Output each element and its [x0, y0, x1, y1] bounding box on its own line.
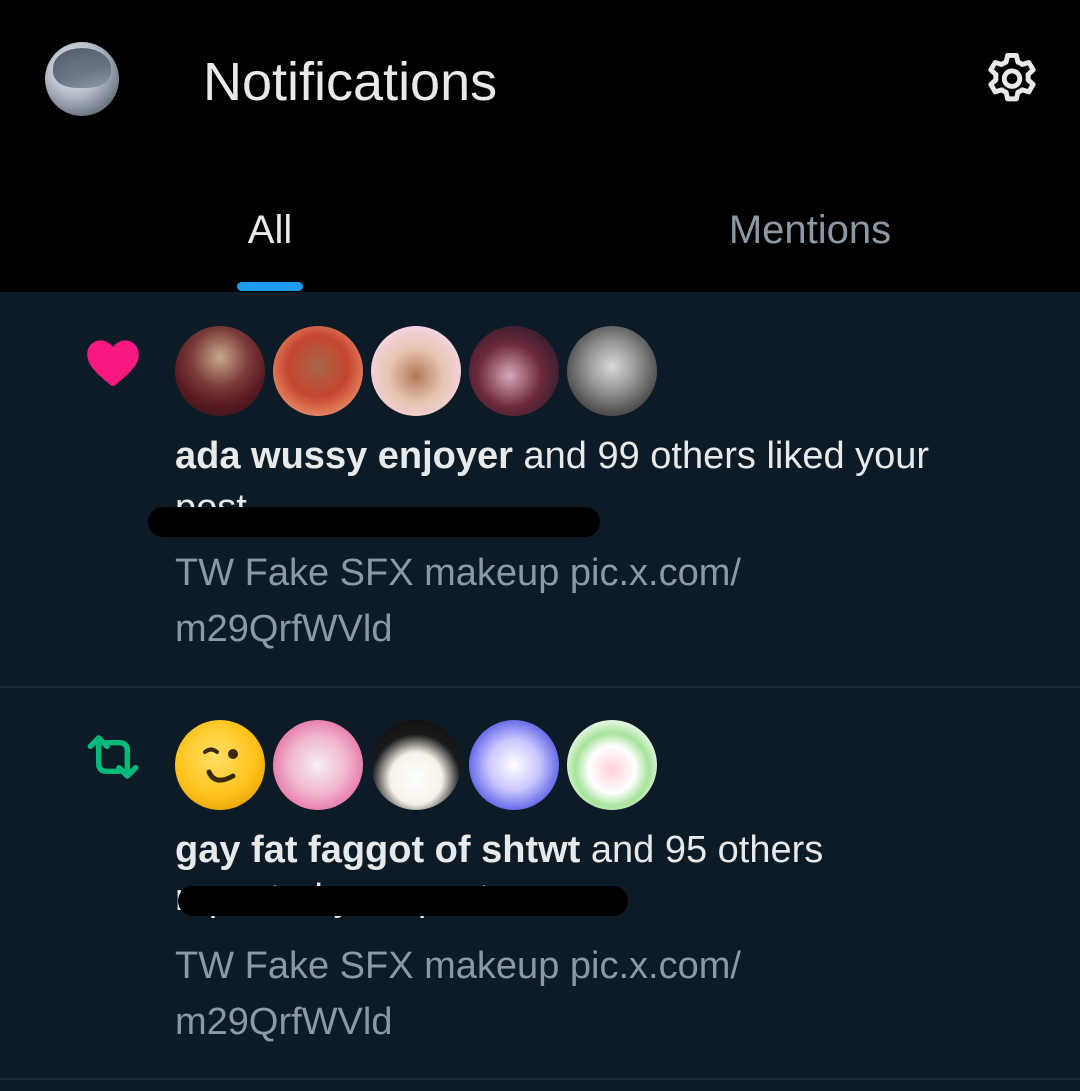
avatar[interactable]	[469, 720, 559, 810]
profile-avatar[interactable]	[45, 42, 119, 116]
notification-text: ada wussy enjoyer and 99 others liked yo…	[175, 430, 1035, 483]
active-tab-indicator	[237, 282, 303, 291]
top-bar: Notifications All Mentions	[0, 0, 1080, 292]
post-preview[interactable]: TW Fake SFX makeup pic.x.com/ m29QrfWVld	[175, 938, 875, 1050]
notification-action: and 99 others liked your	[512, 435, 930, 477]
page-title: Notifications	[203, 52, 498, 112]
redaction-mark	[148, 507, 600, 537]
settings-button[interactable]	[978, 46, 1046, 114]
avatar-image	[53, 48, 111, 88]
gear-icon	[988, 53, 1036, 102]
redaction-mark	[178, 886, 628, 916]
post-preview[interactable]: TW Fake SFX makeup pic.x.com/ m29QrfWVld	[175, 545, 875, 657]
notification-action: and 95 others	[580, 829, 824, 871]
avatar[interactable]	[273, 326, 363, 416]
actor-name[interactable]: gay fat faggot of shtwt	[175, 829, 580, 871]
avatar[interactable]	[469, 326, 559, 416]
tab-mentions[interactable]: Mentions	[690, 205, 930, 255]
avatar[interactable]	[175, 326, 265, 416]
notification-text: gay fat faggot of shtwt and 95 others	[175, 824, 1035, 877]
repost-icon	[82, 726, 144, 788]
heart-icon	[82, 330, 144, 392]
avatar[interactable]	[371, 326, 461, 416]
wink-face-icon	[203, 747, 238, 783]
notification-item[interactable]: ada wussy enjoyer and 99 others liked yo…	[0, 292, 1080, 687]
divider	[0, 1078, 1080, 1080]
avatar[interactable]	[273, 720, 363, 810]
avatar[interactable]	[175, 720, 265, 810]
avatar[interactable]	[371, 720, 461, 810]
notification-item[interactable]: gay fat faggot of shtwt and 95 others re…	[0, 688, 1080, 1078]
tab-all[interactable]: All	[220, 205, 320, 255]
avatar[interactable]	[567, 326, 657, 416]
avatar[interactable]	[567, 720, 657, 810]
actor-name[interactable]: ada wussy enjoyer	[175, 435, 513, 477]
